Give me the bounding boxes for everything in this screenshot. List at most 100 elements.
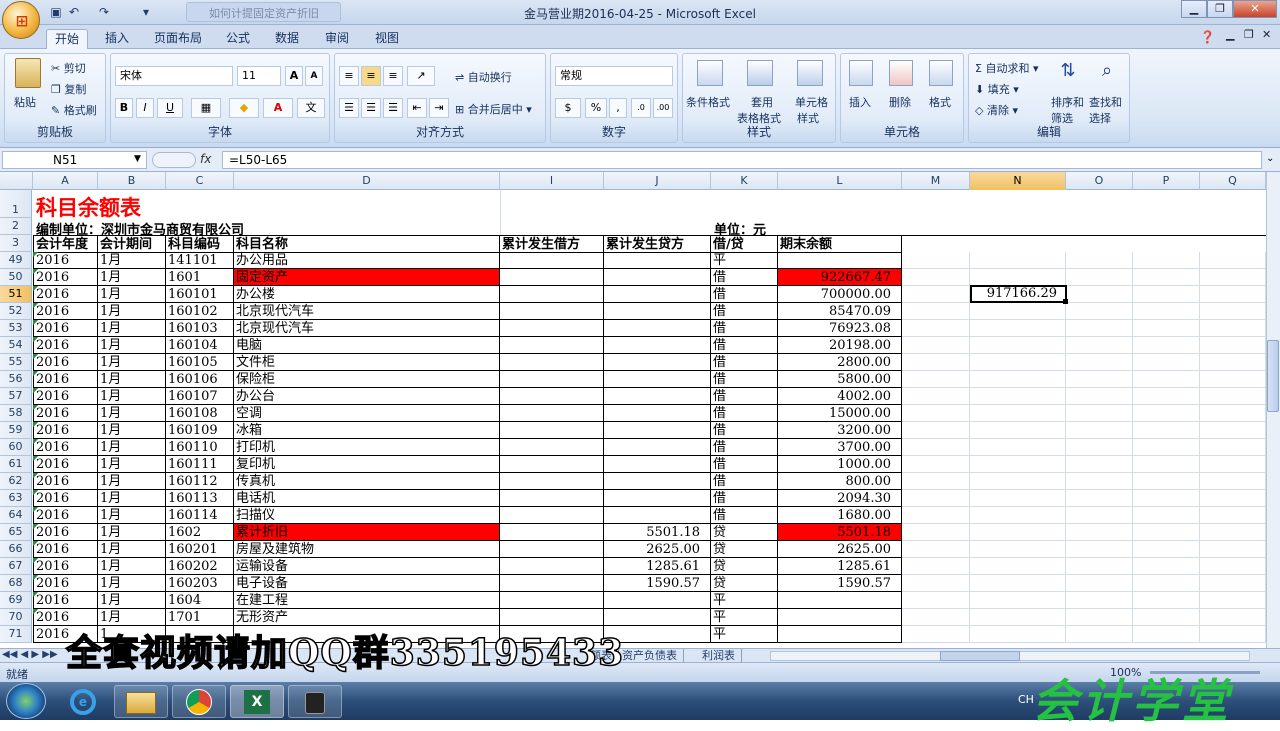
cell-d[interactable]: 保险柜 [234,371,500,388]
cell-l[interactable]: 76923.08 [778,320,902,337]
copy-button[interactable]: ❐ 复制 [51,81,86,97]
cell-i[interactable] [500,354,604,371]
cell-l[interactable]: 2800.00 [778,354,902,371]
empty-cell[interactable] [902,626,970,643]
align-center-icon[interactable]: ☰ [361,98,381,118]
column-header-k[interactable]: K [711,172,778,190]
cell-k[interactable]: 借 [711,337,778,354]
empty-cell[interactable] [1133,371,1200,388]
cell-a[interactable]: 2016 [33,490,98,507]
header-cell[interactable]: 会计年度 [33,236,98,253]
cell-j[interactable] [604,388,711,405]
empty-cell[interactable] [1200,354,1266,371]
worksheet-grid[interactable]: A B C D I J K L M N O P Q 1 2 3 科目余额表 编制… [0,172,1266,648]
empty-cell[interactable] [1133,609,1200,626]
cell-a[interactable]: 2016 [33,388,98,405]
cell-l[interactable] [778,252,902,269]
cell-b[interactable]: 1月 [98,541,166,558]
column-header-q[interactable]: Q [1200,172,1266,190]
empty-cell[interactable] [1133,592,1200,609]
row-header[interactable]: 57 [0,388,32,405]
empty-cell[interactable] [1066,388,1133,405]
cell-k[interactable]: 借 [711,422,778,439]
empty-cell[interactable] [1133,337,1200,354]
cell-i[interactable] [500,592,604,609]
number-format-select[interactable]: 常规 [555,66,673,86]
empty-cell[interactable] [970,252,1066,269]
column-header-m[interactable]: M [902,172,970,190]
cell-a[interactable]: 2016 [33,541,98,558]
row-header[interactable]: 60 [0,439,32,456]
tab-formulas[interactable]: 公式 [220,29,256,49]
cell-k[interactable]: 平 [711,592,778,609]
empty-cell[interactable] [1200,303,1266,320]
cell-k[interactable]: 借 [711,507,778,524]
vertical-scroll-thumb[interactable] [1267,340,1279,412]
tab-view[interactable]: 视图 [369,29,405,49]
cell-c[interactable]: 160113 [166,490,234,507]
cell-j[interactable] [604,405,711,422]
italic-button[interactable]: I [136,98,154,118]
empty-cell[interactable] [1133,507,1200,524]
cell-k[interactable]: 借 [711,286,778,303]
cell-l[interactable]: 5501.18 [778,524,902,541]
sort-filter-icon[interactable]: ⇅ [1057,60,1079,84]
cell-j[interactable]: 1590.57 [604,575,711,592]
empty-cell[interactable] [970,507,1066,524]
empty-cell[interactable] [1133,541,1200,558]
wrap-text-button[interactable]: ⇌ 自动换行 [455,69,512,85]
empty-cell[interactable] [1200,405,1266,422]
fill-button[interactable]: ⬇ 填充 ▾ [975,81,1019,97]
tab-data[interactable]: 数据 [269,29,305,49]
cell-a[interactable]: 2016 [33,269,98,286]
decrease-indent-icon[interactable]: ⇤ [407,98,427,118]
insert-cells-icon[interactable] [849,60,873,86]
row-header[interactable]: 61 [0,456,32,473]
row-header[interactable]: 67 [0,558,32,575]
cell-l[interactable]: 2625.00 [778,541,902,558]
empty-cell[interactable] [1066,422,1133,439]
cell-b[interactable]: 1月 [98,286,166,303]
header-cell[interactable]: 借/贷 [711,236,778,253]
empty-cell[interactable] [1200,371,1266,388]
header-cell[interactable]: 科目名称 [234,236,500,253]
row-header[interactable]: 65 [0,524,32,541]
cell-k[interactable]: 借 [711,439,778,456]
empty-cell[interactable] [1066,558,1133,575]
empty-cell[interactable] [902,303,970,320]
cell-d[interactable]: 电脑 [234,337,500,354]
cell-j[interactable] [604,337,711,354]
cell-c[interactable]: 160108 [166,405,234,422]
format-cells-icon[interactable] [929,60,953,86]
empty-cell[interactable] [1200,541,1266,558]
align-top-icon[interactable]: ≡ [339,66,359,86]
cell-c[interactable]: 1604 [166,592,234,609]
empty-cell[interactable] [1133,286,1200,303]
cell-j[interactable] [604,456,711,473]
empty-cell[interactable] [1066,592,1133,609]
empty-cell[interactable] [1066,456,1133,473]
cell-j[interactable]: 1285.61 [604,558,711,575]
row-header[interactable]: 49 [0,252,32,269]
insert-cells-button[interactable]: 插入 [849,94,871,110]
fill-handle[interactable] [1063,299,1068,304]
header-cell[interactable]: 期末余额 [778,236,902,253]
empty-cell[interactable] [902,337,970,354]
save-icon[interactable]: ▣ [48,4,64,20]
empty-cell[interactable] [1133,252,1200,269]
cell-j[interactable]: 2625.00 [604,541,711,558]
row-header[interactable]: 51 [0,286,32,303]
table-format-icon[interactable] [747,60,773,86]
empty-cell[interactable] [1066,337,1133,354]
row-header[interactable]: 59 [0,422,32,439]
empty-cell[interactable] [1133,354,1200,371]
cell-b[interactable]: 1月 [98,558,166,575]
cell-b[interactable]: 1月 [98,490,166,507]
cell-j[interactable] [604,439,711,456]
decrease-decimal-icon[interactable]: .00 [653,98,673,118]
cell-j[interactable] [604,269,711,286]
row-header[interactable]: 56 [0,371,32,388]
cell-b[interactable]: 1月 [98,439,166,456]
cell-l[interactable]: 2094.30 [778,490,902,507]
empty-cell[interactable] [1066,371,1133,388]
